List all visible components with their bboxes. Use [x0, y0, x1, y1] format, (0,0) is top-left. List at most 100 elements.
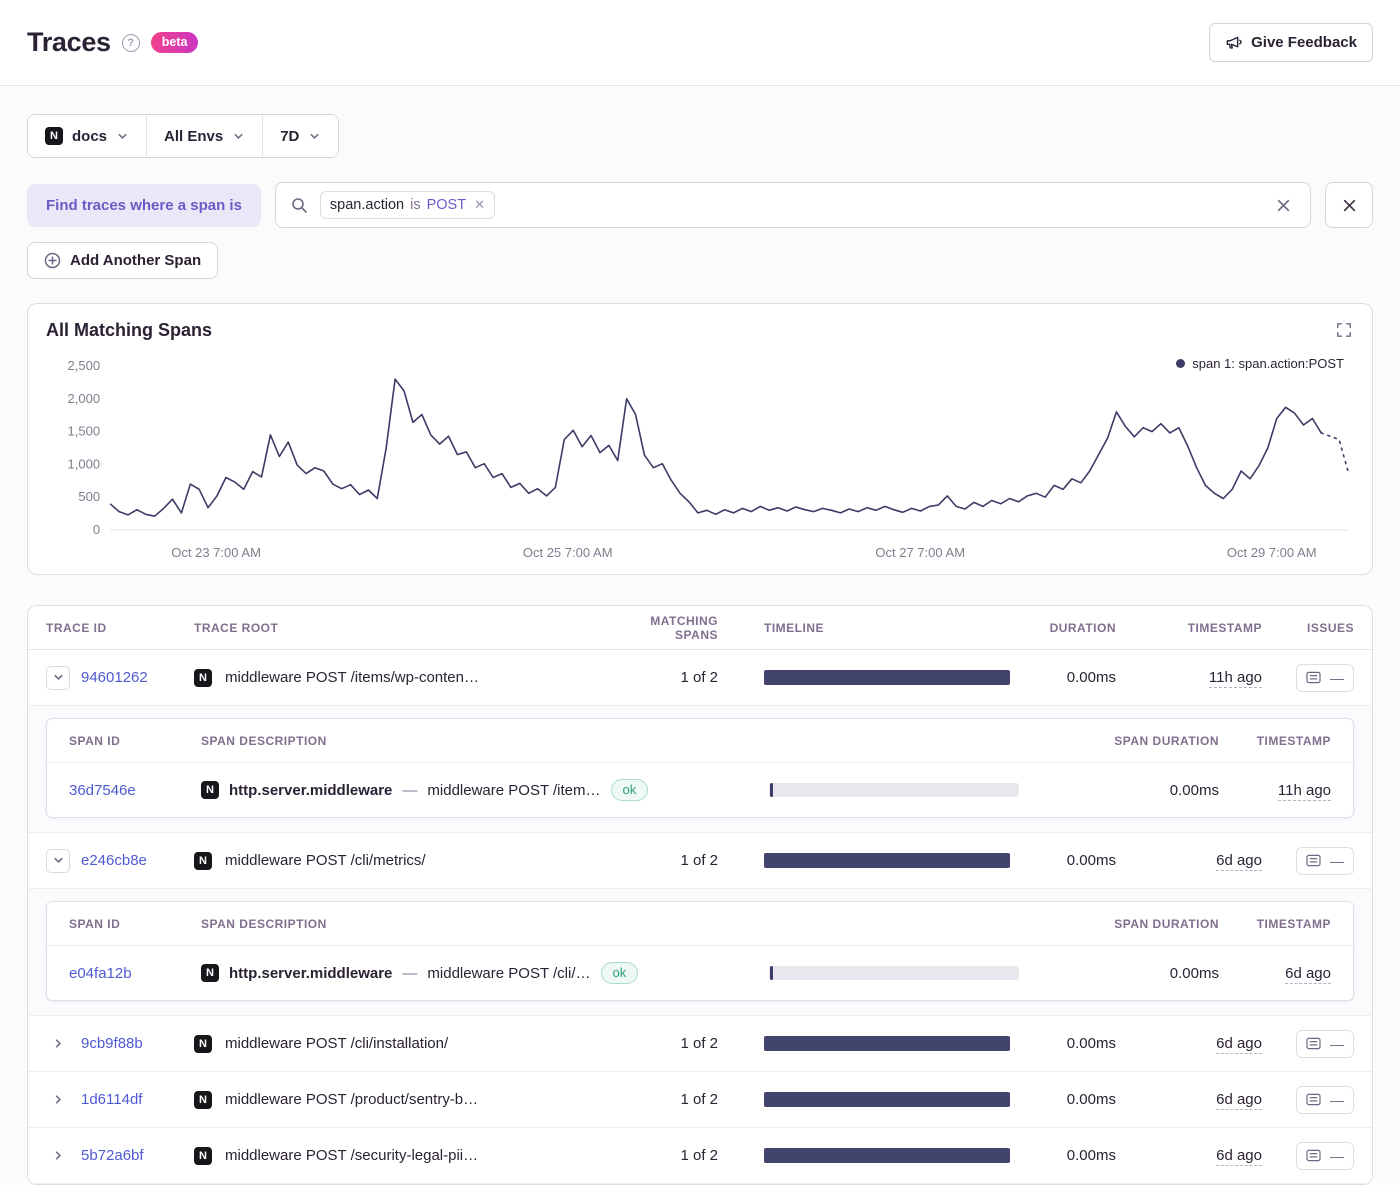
trace-root-text: middleware POST /product/sentry-b… — [225, 1091, 478, 1108]
trace-id-link[interactable]: 94601262 — [81, 669, 148, 686]
collapse-chevron[interactable] — [46, 666, 70, 690]
span-search-row: Find traces where a span is span.action … — [27, 182, 1373, 228]
project-filter[interactable]: N docs — [28, 115, 146, 157]
timeline-bar — [764, 853, 1010, 868]
trace-id-link[interactable]: e246cb8e — [81, 852, 147, 869]
add-another-span-label: Add Another Span — [70, 252, 201, 269]
span-filter-label: Find traces where a span is — [27, 184, 261, 227]
span-timeline-track — [769, 783, 1019, 797]
span-search-bar[interactable]: span.action is POST ✕ — [275, 182, 1311, 228]
svg-text:2,500: 2,500 — [68, 358, 101, 373]
op-separator: — — [402, 782, 417, 799]
svg-text:Oct 25 7:00 AM: Oct 25 7:00 AM — [523, 545, 613, 560]
remove-span-filter-button[interactable] — [1325, 182, 1373, 228]
add-another-span-button[interactable]: Add Another Span — [27, 242, 218, 279]
col-matching-spans: MATCHING SPANS — [606, 614, 718, 642]
collapse-chevron[interactable] — [46, 849, 70, 873]
nextjs-icon: N — [194, 1035, 212, 1053]
spans-line-chart: 05001,0001,5002,0002,500Oct 23 7:00 AMOc… — [46, 354, 1354, 564]
chart-legend-label: span 1: span.action:POST — [1192, 356, 1344, 371]
trace-id-link[interactable]: 9cb9f88b — [81, 1035, 143, 1052]
svg-text:500: 500 — [78, 489, 100, 504]
span-id-link[interactable]: 36d7546e — [69, 782, 201, 799]
expanded-spans-section: SPAN ID SPAN DESCRIPTION SPAN DURATION T… — [28, 706, 1372, 833]
give-feedback-label: Give Feedback — [1251, 34, 1357, 51]
col-duration: DURATION — [1010, 621, 1116, 635]
span-duration-cell: 0.00ms — [1019, 782, 1219, 799]
issues-icon — [1306, 1037, 1321, 1050]
duration-cell: 0.00ms — [1010, 669, 1116, 686]
fullscreen-button[interactable] — [1334, 320, 1354, 340]
trace-root-text: middleware POST /cli/metrics/ — [225, 852, 426, 869]
col-span-id: SPAN ID — [69, 917, 201, 931]
issues-link[interactable]: — — [1296, 1086, 1354, 1114]
expand-chevron[interactable] — [46, 1088, 70, 1112]
trace-row: 9cb9f88b N middleware POST /cli/installa… — [28, 1016, 1372, 1072]
timestamp-text: 11h ago — [1278, 782, 1331, 801]
matching-spans-cell: 1 of 2 — [606, 1147, 718, 1164]
nextjs-icon: N — [201, 964, 219, 982]
span-timeline-cell — [769, 966, 1019, 980]
timestamp-text: 6d ago — [1216, 852, 1262, 871]
issues-link[interactable]: — — [1296, 1030, 1354, 1058]
trace-id-link[interactable]: 5b72a6bf — [81, 1147, 144, 1164]
col-trace-id: TRACE ID — [46, 621, 194, 635]
search-token-value: POST — [427, 197, 466, 213]
span-status-badge: ok — [601, 962, 639, 984]
all-matching-spans-panel: All Matching Spans span 1: span.action:P… — [27, 303, 1373, 575]
environment-filter-label: All Envs — [164, 128, 223, 145]
trace-row: e246cb8e N middleware POST /cli/metrics/… — [28, 833, 1372, 889]
trace-root-cell: N middleware POST /cli/installation/ — [194, 1035, 606, 1053]
issues-icon — [1306, 1093, 1321, 1106]
trace-id-cell: 1d6114df — [46, 1088, 194, 1112]
legend-dot-icon — [1176, 359, 1185, 368]
svg-text:1,500: 1,500 — [68, 424, 101, 439]
span-timeline-marker — [770, 966, 773, 980]
duration-cell: 0.00ms — [1010, 1035, 1116, 1052]
span-description-text: middleware POST /item… — [427, 782, 600, 799]
timeline-bar — [764, 1036, 1010, 1051]
expand-chevron[interactable] — [46, 1144, 70, 1168]
issues-link[interactable]: — — [1296, 664, 1354, 692]
nextjs-icon: N — [194, 1147, 212, 1165]
col-issues: ISSUES — [1262, 621, 1354, 635]
timestamp-text: 6d ago — [1216, 1147, 1262, 1166]
token-remove-icon[interactable]: ✕ — [474, 197, 485, 213]
matching-spans-cell: 1 of 2 — [606, 1035, 718, 1052]
duration-cell: 0.00ms — [1010, 852, 1116, 869]
timeline-cell — [718, 1148, 1010, 1163]
expand-chevron[interactable] — [46, 1032, 70, 1056]
timeline-cell — [718, 853, 1010, 868]
search-token[interactable]: span.action is POST ✕ — [320, 191, 495, 219]
col-span-duration: SPAN DURATION — [1019, 734, 1219, 748]
chevron-down-icon — [232, 130, 245, 143]
span-timeline-marker — [770, 783, 773, 797]
issues-count: — — [1330, 1148, 1344, 1164]
spans-subtable: SPAN ID SPAN DESCRIPTION SPAN DURATION T… — [46, 901, 1354, 1001]
span-timeline-cell — [769, 783, 1019, 797]
span-id-link[interactable]: e04fa12b — [69, 965, 201, 982]
megaphone-icon — [1225, 34, 1242, 51]
trace-root-text: middleware POST /security-legal-pii… — [225, 1147, 478, 1164]
issues-link[interactable]: — — [1296, 847, 1354, 875]
page-content: N docs All Envs 7D Find traces where a s… — [0, 86, 1400, 1185]
issues-cell: — — [1262, 1142, 1354, 1170]
give-feedback-button[interactable]: Give Feedback — [1209, 23, 1373, 62]
trace-id-link[interactable]: 1d6114df — [81, 1091, 142, 1108]
nextjs-project-icon: N — [45, 127, 63, 145]
environment-filter[interactable]: All Envs — [147, 115, 262, 157]
date-range-filter[interactable]: 7D — [263, 115, 338, 157]
page-header: Traces ? beta Give Feedback — [0, 0, 1400, 86]
issues-link[interactable]: — — [1296, 1142, 1354, 1170]
clear-search-button[interactable] — [1272, 194, 1295, 217]
help-icon[interactable]: ? — [122, 34, 140, 52]
traces-table-header: TRACE ID TRACE ROOT MATCHING SPANS TIMEL… — [28, 606, 1372, 650]
col-span-timestamp: TIMESTAMP — [1219, 917, 1331, 931]
project-filter-label: docs — [72, 128, 107, 145]
trace-root-cell: N middleware POST /security-legal-pii… — [194, 1147, 606, 1165]
timeline-cell — [718, 1092, 1010, 1107]
issues-cell: — — [1262, 1030, 1354, 1058]
col-trace-root: TRACE ROOT — [194, 621, 606, 635]
span-description-cell: N http.server.middleware — middleware PO… — [201, 779, 769, 801]
span-timestamp-cell: 11h ago — [1219, 782, 1331, 799]
